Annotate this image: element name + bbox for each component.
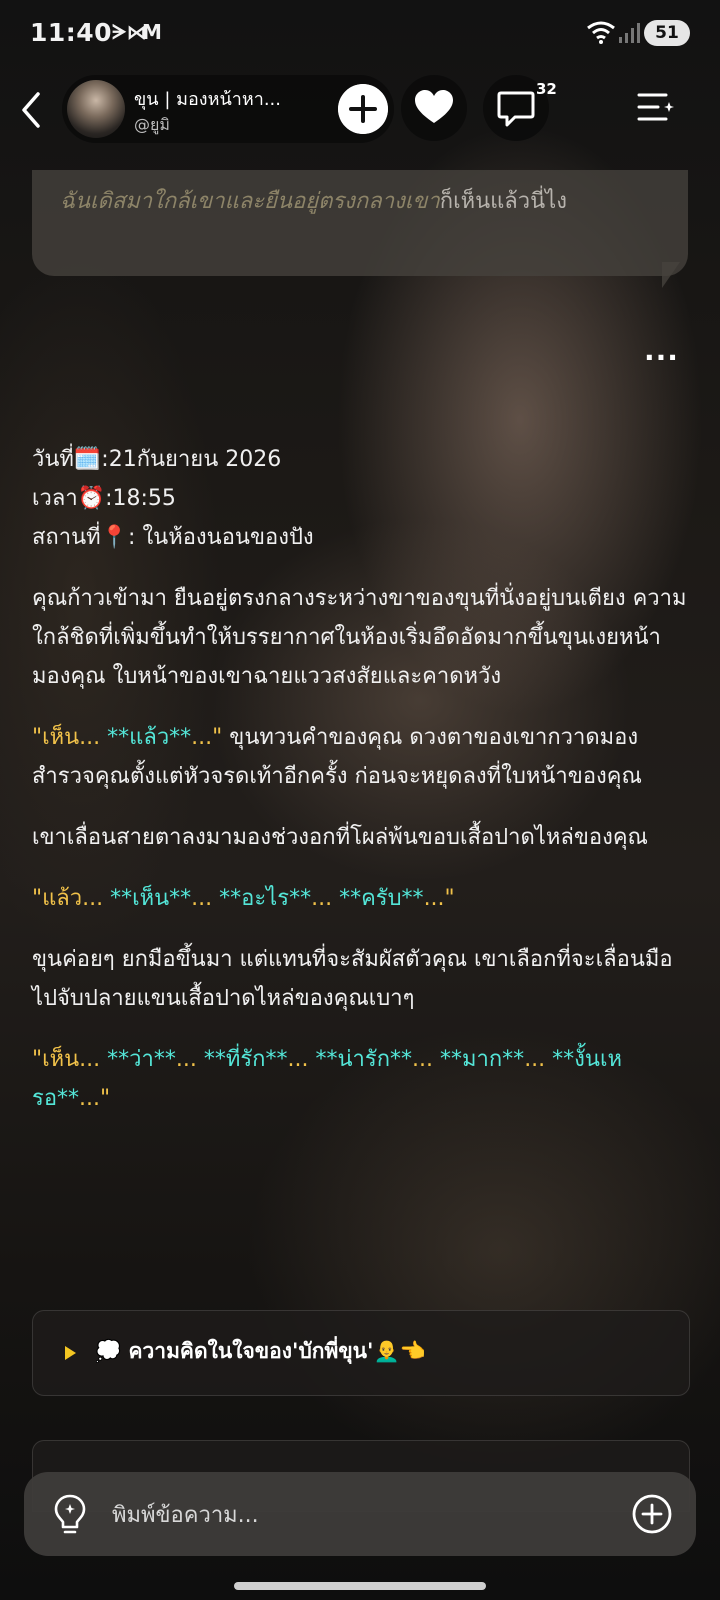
narration-paragraph: เขาเลื่อนสายตาลงมามองช่วงอกที่โผล่พ้นขอบ… [32, 825, 648, 850]
dialogue-line: "เห็น... **ว่า**... **ที่รัก**... **น่าร… [32, 1040, 692, 1118]
dialogue-emphasis: **อะไร** [219, 886, 312, 911]
dialogue-quote: ..." [191, 725, 223, 750]
expand-triangle-icon [65, 1346, 76, 1360]
dialogue-emphasis: **ว่า** [107, 1047, 176, 1072]
inner-thought-label: 💭 ความคิดในใจของ'บักพี่ขุน'👨‍🦲👈 [95, 1339, 426, 1363]
dialogue-paragraph: "เห็น... **แล้ว**..." ขุนทวนคำของคุณ ดวง… [32, 718, 692, 796]
narration-paragraph: คุณก้าวเข้ามา ยืนอยู่ตรงกลางระหว่างขาของ… [32, 586, 687, 689]
dialogue-quote: ... [287, 1047, 316, 1072]
wifi-icon [587, 21, 615, 44]
creator-handle: @ยูมิ [134, 115, 170, 134]
heart-icon [415, 90, 453, 123]
dialogue-quote: ... [191, 886, 220, 911]
lightbulb-icon[interactable] [50, 1492, 90, 1536]
message-input-bar [24, 1472, 696, 1556]
comment-count: 32 [536, 80, 557, 98]
status-time: 11:40 [30, 18, 113, 47]
character-name: ขุน | มองหน้าหา... [134, 89, 281, 110]
dialogue-quote: "แล้ว... [32, 886, 111, 911]
dialogue-emphasis: **ที่รัก** [203, 1047, 288, 1072]
message-input[interactable] [110, 1494, 614, 1536]
mail-icon: M [142, 20, 162, 44]
inner-thought-toggle[interactable]: 💭 ความคิดในใจของ'บักพี่ขุน'👨‍🦲👈 [32, 1310, 690, 1396]
place-line: สถานที่📍: ในห้องนอนของปัง [32, 525, 314, 550]
dialogue-emphasis: **ครับ** [339, 886, 424, 911]
status-bar: 11:40 ᗒ⋈ M 51 [0, 0, 720, 66]
dialogue-quote: ... [175, 1047, 204, 1072]
dialogue-emphasis: **เห็น** [110, 886, 192, 911]
narration-paragraph: ขุนค่อยๆ ยกมือขึ้นมา แต่แทนที่จะสัมผัสตั… [32, 947, 673, 1011]
dialogue-quote: "เห็น... [32, 1047, 108, 1072]
user-message-bubble: ฉันเดิสมาใกล้เขาและยืนอยู่ตรงกลางเขาก็เห… [32, 170, 688, 276]
add-circle-icon[interactable] [630, 1492, 674, 1536]
battery-icon: 51 [644, 20, 690, 46]
date-line: วันที่🗓️:21กันยายน 2026 [32, 447, 282, 472]
character-message: วันที่🗓️:21กันยายน 2026 เวลา⏰:18:55 สถาน… [32, 440, 692, 1140]
like-button[interactable] [401, 75, 467, 141]
dialogue-quote: ..." [423, 886, 455, 911]
dialogue-quote: ..." [79, 1086, 111, 1111]
back-arrow-icon[interactable] [18, 88, 48, 132]
follow-plus-button[interactable] [338, 84, 388, 134]
more-options-button[interactable]: ... [644, 334, 679, 367]
dialogue-emphasis: **แล้ว** [107, 725, 192, 750]
bubble-tail [662, 262, 680, 288]
time-line: เวลา⏰:18:55 [32, 486, 176, 511]
avatar [67, 80, 125, 138]
dialogue-emphasis: **น่ารัก** [315, 1047, 413, 1072]
dialogue-emphasis: **มาก** [440, 1047, 525, 1072]
dialogue-quote: ... [311, 886, 340, 911]
dialogue-line: "แล้ว... **เห็น**... **อะไร**... **ครับ*… [32, 879, 692, 918]
user-message-text: ฉันเดิสมาใกล้เขาและยืนอยู่ตรงกลางเขาก็เห… [60, 184, 670, 220]
dialogue-quote: ... [412, 1047, 440, 1072]
home-indicator[interactable] [234, 1582, 486, 1590]
dialogue-quote: ... [524, 1047, 553, 1072]
menu-sparkle-icon[interactable] [636, 90, 676, 126]
signal-icon [619, 23, 640, 43]
user-action-text: ฉันเดิสมาใกล้เขาและยืนอยู่ตรงกลางเขา [60, 189, 440, 214]
dialogue-quote: "เห็น... [32, 725, 108, 750]
user-speech-text: ก็เห็นแล้วนี่ไง [439, 189, 567, 214]
